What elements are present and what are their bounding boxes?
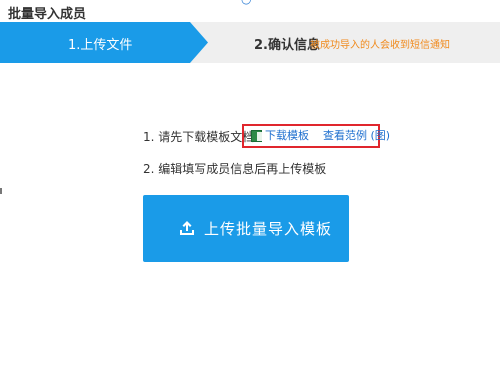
upload-template-button[interactable]: 上传批量导入模板 xyxy=(143,195,349,262)
batch-import-dialog: 批量导入成员 ◡ 1.上传文件 2.确认信息 被成功导入的人会收到短信通知 1.… xyxy=(0,0,500,378)
dialog-title: 批量导入成员 xyxy=(8,7,87,22)
title-accent-mark: ◡ xyxy=(241,0,253,5)
step-indicator: 1.上传文件 2.确认信息 被成功导入的人会收到短信通知 xyxy=(0,22,500,63)
excel-file-icon xyxy=(251,130,262,142)
step-1-active: 1.上传文件 xyxy=(0,22,210,63)
upload-button-label: 上传批量导入模板 xyxy=(204,220,333,238)
left-edge-marker xyxy=(0,188,2,194)
step-2-note: 被成功导入的人会收到短信通知 xyxy=(310,40,450,51)
view-example-link[interactable]: 查看范例 (图) xyxy=(323,128,390,144)
instruction-line-2: 2. 编辑填写成员信息后再上传模板 xyxy=(143,162,327,176)
step-1-label: 1.上传文件 xyxy=(68,38,133,53)
instruction-line-1: 1. 请先下载模板文档 xyxy=(143,130,255,144)
download-template-link[interactable]: 下载模板 xyxy=(265,128,309,144)
template-links-highlight: 下载模板 查看范例 (图) xyxy=(242,124,390,148)
upload-icon xyxy=(180,221,194,235)
title-bar: 批量导入成员 ◡ xyxy=(0,0,500,22)
